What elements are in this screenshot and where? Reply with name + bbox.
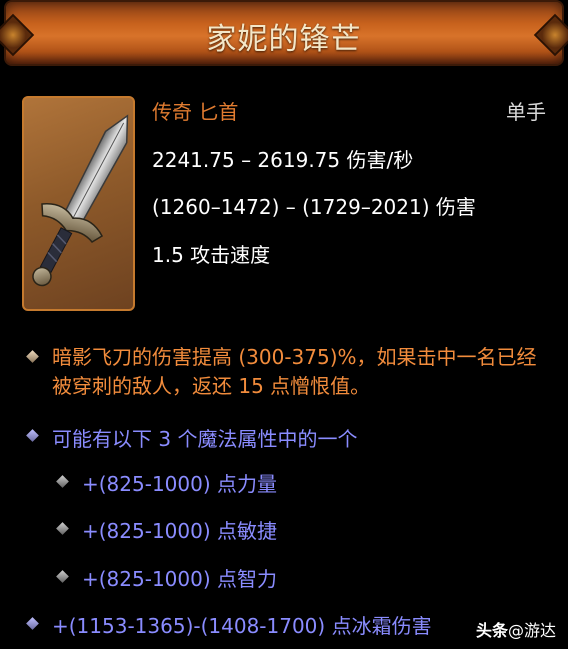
random-affix-dexterity: +(825-1000) 点敏捷 <box>82 519 278 543</box>
random-affix-strength: +(825-1000) 点力量 <box>82 472 278 496</box>
diamond-bullet-icon <box>26 429 39 442</box>
item-tooltip: 家妮的锋芒 传奇 匕首 单手 2241.75 – 2619.75 伤害/秒 (1… <box>0 0 568 649</box>
legendary-power: 暗影飞刀的伤害提高 (300-375)%，如果击中一名已经被穿刺的敌人，返还 1… <box>52 345 537 398</box>
dagger-icon-graphic <box>32 114 129 287</box>
random-affix-intelligence: +(825-1000) 点智力 <box>82 567 278 591</box>
dagger-icon[interactable] <box>22 96 135 311</box>
cold-damage-affix: +(1153-1365)-(1408-1700) 点冰霜伤害 <box>52 614 432 638</box>
item-slot: 单手 <box>506 100 546 124</box>
watermark: 头条@游达 <box>476 617 556 641</box>
diamond-bullet-icon <box>56 570 69 583</box>
item-dps: 2241.75 – 2619.75 伤害/秒 <box>152 148 414 172</box>
item-title-bar: 家妮的锋芒 <box>4 0 564 66</box>
watermark-brand: 头条 <box>475 621 508 640</box>
diamond-bullet-icon <box>56 522 69 535</box>
watermark-handle: @游达 <box>507 621 556 640</box>
item-type: 传奇 匕首 <box>152 100 239 124</box>
item-attack-speed: 1.5 攻击速度 <box>152 243 271 267</box>
diamond-bullet-icon <box>26 617 39 630</box>
diamond-bullet-icon <box>56 475 69 488</box>
item-damage-range: (1260–1472) – (1729–2021) 伤害 <box>152 195 476 219</box>
random-affix-header: 可能有以下 3 个魔法属性中的一个 <box>52 427 358 451</box>
diamond-bullet-icon <box>26 350 39 363</box>
item-name: 家妮的锋芒 <box>206 22 362 57</box>
